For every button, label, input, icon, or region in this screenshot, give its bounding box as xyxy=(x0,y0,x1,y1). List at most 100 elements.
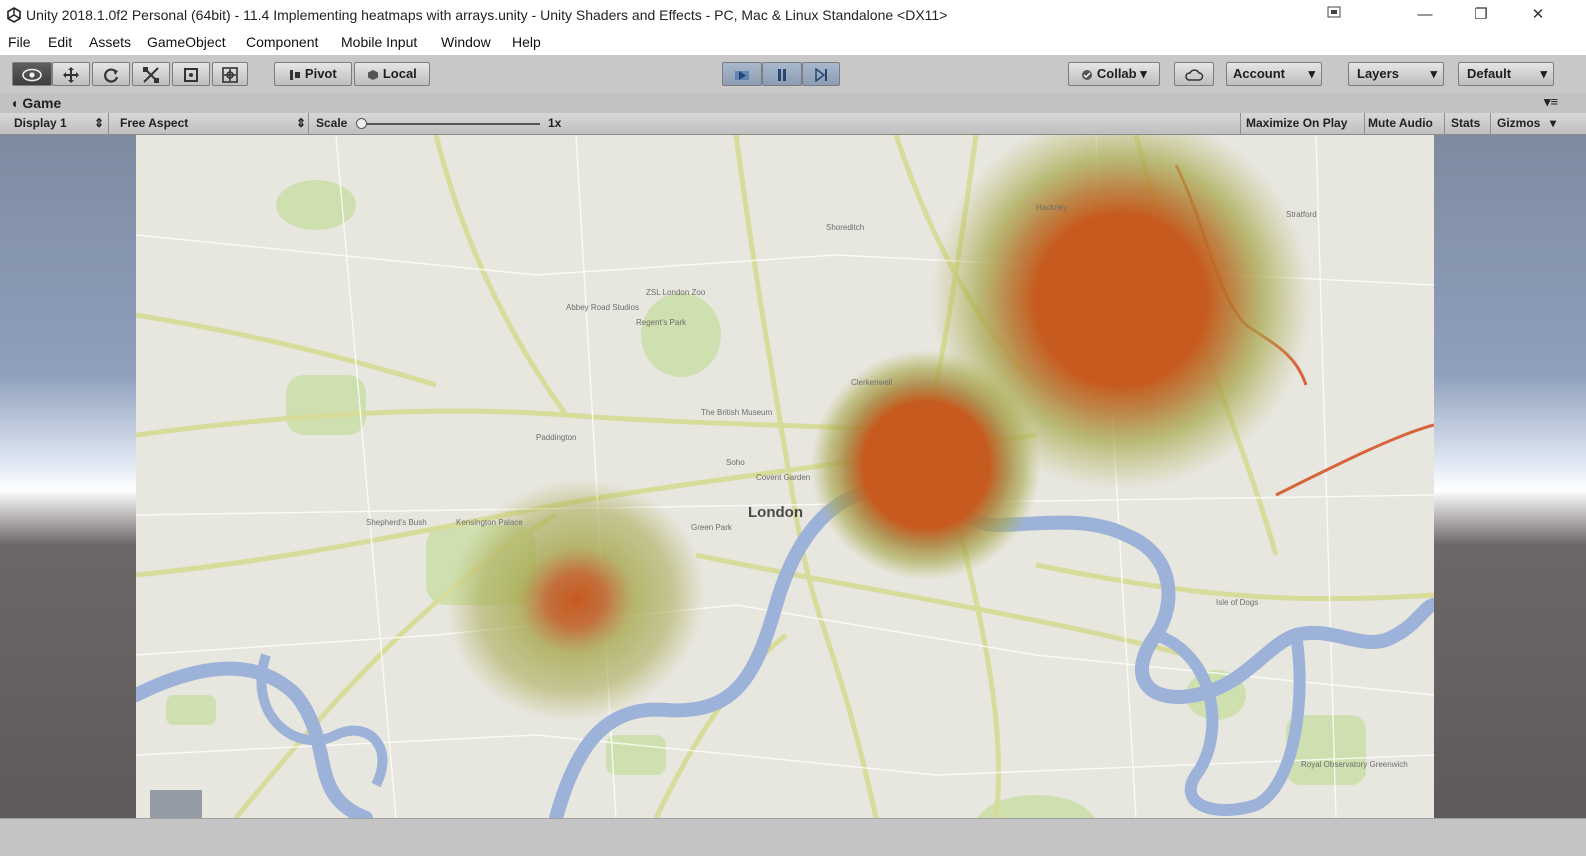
scale-slider-track[interactable] xyxy=(358,123,540,125)
menu-mobile-input[interactable]: Mobile Input xyxy=(341,34,417,50)
svg-text:Covent Garden: Covent Garden xyxy=(756,473,810,482)
window-title: Unity 2018.1.0f2 Personal (64bit) - 11.4… xyxy=(26,7,948,23)
menu-edit[interactable]: Edit xyxy=(48,34,72,50)
display-dropdown[interactable]: Display 1 xyxy=(14,116,67,130)
maximize-button[interactable]: ❐ xyxy=(1461,2,1501,28)
restore-layout-icon[interactable] xyxy=(1314,2,1354,28)
svg-text:Green Park: Green Park xyxy=(691,523,733,532)
map-city-label: London xyxy=(748,504,803,521)
local-toggle[interactable]: Local xyxy=(354,62,430,86)
chevron-down-icon: ▾ xyxy=(1430,66,1437,81)
game-view-toolbar: Display 1 ⇕ Free Aspect ⇕ Scale 1x Maxim… xyxy=(0,113,1586,135)
rect-transform-icon xyxy=(184,67,198,82)
svg-text:Hackney: Hackney xyxy=(1036,203,1067,212)
svg-text:Kensington Palace: Kensington Palace xyxy=(456,518,523,527)
heatmap-blob-central xyxy=(811,350,1041,580)
tab-menu-icon[interactable]: ▾≡ xyxy=(1544,94,1558,110)
pivot-icon xyxy=(290,69,301,80)
collab-label: Collab xyxy=(1096,66,1137,81)
menu-gameobject[interactable]: GameObject xyxy=(147,34,226,50)
game-tab-header: ◖ Game ▾≡ xyxy=(0,93,1586,113)
svg-text:Isle of Dogs: Isle of Dogs xyxy=(1216,598,1258,607)
rect-tool-button[interactable] xyxy=(172,62,210,86)
menu-assets[interactable]: Assets xyxy=(89,34,131,50)
aspect-dropdown[interactable]: Free Aspect xyxy=(120,116,188,130)
title-bar: Unity 2018.1.0f2 Personal (64bit) - 11.4… xyxy=(0,0,1586,31)
pause-button[interactable] xyxy=(762,62,802,86)
aspect-chevron-icon: ⇕ xyxy=(296,116,307,130)
rotate-icon xyxy=(104,68,119,83)
divider xyxy=(308,113,309,134)
river-loop-isle-of-dogs xyxy=(1153,629,1306,817)
scale-icon xyxy=(143,66,159,83)
main-toolbar: Pivot Local Collab ▾ Account ▾ Layers ▾ De… xyxy=(0,55,1586,94)
game-tab-title: Game xyxy=(22,95,62,111)
menu-component[interactable]: Component xyxy=(246,34,318,50)
display-chevron-icon: ⇕ xyxy=(94,116,105,130)
play-icon xyxy=(735,70,749,80)
eye-icon xyxy=(22,68,42,81)
chevron-down-icon: ▾ xyxy=(1308,66,1315,81)
svg-text:Clerkenwell: Clerkenwell xyxy=(851,378,893,387)
account-dropdown[interactable]: Account ▾ xyxy=(1226,62,1322,86)
svg-text:Stratford: Stratford xyxy=(1286,210,1317,219)
menu-window[interactable]: Window xyxy=(441,34,491,50)
layout-dropdown[interactable]: Default ▾ xyxy=(1458,62,1554,86)
cloud-icon xyxy=(1185,69,1204,81)
divider xyxy=(1364,113,1365,134)
menu-help[interactable]: Help xyxy=(512,34,541,50)
cloud-button[interactable] xyxy=(1174,62,1214,86)
rail-line-east xyxy=(1275,423,1434,497)
scale-tool-button[interactable] xyxy=(132,62,170,86)
move-tool-button[interactable] xyxy=(52,62,90,86)
game-view[interactable]: London Stratford Isle of Dogs Royal Obse… xyxy=(0,135,1586,818)
svg-text:Shepherd's Bush: Shepherd's Bush xyxy=(366,518,427,527)
check-circle-icon xyxy=(1082,69,1093,80)
river-thames xyxy=(136,482,1434,818)
divider xyxy=(1240,113,1241,134)
collab-dropdown[interactable]: Collab ▾ xyxy=(1068,62,1160,86)
heatmap-map: London Stratford Isle of Dogs Royal Obse… xyxy=(136,135,1434,818)
scale-slider-handle[interactable] xyxy=(356,118,367,129)
transform-tool-button[interactable] xyxy=(212,62,248,86)
london-map-svg: London Stratford Isle of Dogs Royal Obse… xyxy=(136,135,1434,818)
minimize-button[interactable]: — xyxy=(1405,2,1445,28)
gizmos-dropdown[interactable]: Gizmos xyxy=(1497,116,1540,130)
local-cube-icon xyxy=(368,69,379,80)
svg-text:Paddington: Paddington xyxy=(536,433,576,442)
gizmos-chevron-icon: ▾ xyxy=(1550,116,1557,130)
chevron-down-icon: ▾ xyxy=(1540,66,1547,81)
menu-file[interactable]: File xyxy=(8,34,31,50)
play-button[interactable] xyxy=(722,62,762,86)
aspect-label: Free Aspect xyxy=(120,116,189,130)
svg-text:The British Museum: The British Museum xyxy=(701,408,772,417)
transform-icon xyxy=(222,66,238,83)
view-tool-button[interactable] xyxy=(12,62,52,86)
divider xyxy=(108,113,109,134)
pivot-toggle[interactable]: Pivot xyxy=(274,62,352,86)
preview-thumbnail xyxy=(150,790,202,818)
step-button[interactable] xyxy=(802,62,840,86)
rotate-tool-button[interactable] xyxy=(92,62,130,86)
divider xyxy=(1490,113,1491,134)
stats-toggle[interactable]: Stats xyxy=(1451,116,1480,130)
pause-icon xyxy=(778,68,786,81)
maximize-on-play-toggle[interactable]: Maximize On Play xyxy=(1246,116,1347,130)
mute-audio-toggle[interactable]: Mute Audio xyxy=(1368,116,1433,130)
unity-logo-icon xyxy=(6,7,22,26)
status-bar xyxy=(0,818,1586,856)
svg-text:Shoreditch: Shoreditch xyxy=(826,223,864,232)
scale-value: 1x xyxy=(548,116,562,130)
close-button[interactable]: ✕ xyxy=(1518,2,1558,28)
svg-text:Soho: Soho xyxy=(726,458,745,467)
display-label: Display 1 xyxy=(14,116,67,130)
move-arrows-icon xyxy=(63,66,79,83)
game-tab[interactable]: ◖ Game xyxy=(10,95,61,111)
pacman-icon: ◖ xyxy=(10,95,19,111)
svg-text:Abbey Road Studios: Abbey Road Studios xyxy=(566,303,639,312)
svg-text:Royal Observatory Greenwich: Royal Observatory Greenwich xyxy=(1301,760,1408,769)
layers-dropdown[interactable]: Layers ▾ xyxy=(1348,62,1444,86)
menu-bar: File Edit Assets GameObject Component Mo… xyxy=(0,31,1586,55)
svg-text:Regent's Park: Regent's Park xyxy=(636,318,687,327)
step-icon xyxy=(815,67,827,83)
